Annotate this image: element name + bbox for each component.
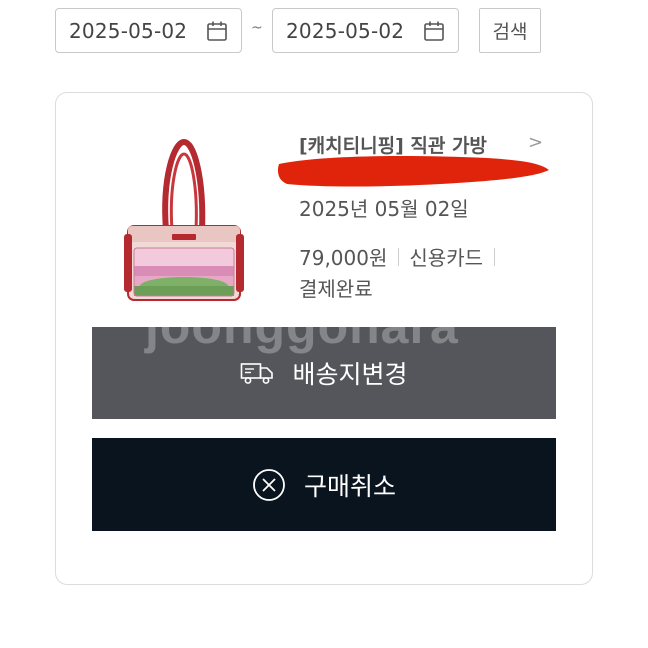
- order-status: 결제완료: [299, 277, 373, 301]
- redaction-mark: [277, 156, 549, 187]
- end-date-input[interactable]: 2025-05-02: [272, 8, 459, 53]
- cancel-purchase-label: 구매취소: [303, 471, 396, 501]
- date-range-separator: ~: [251, 20, 263, 36]
- order-date: 2025년 05월 02일: [299, 197, 469, 221]
- calendar-icon[interactable]: [206, 20, 228, 42]
- change-address-label: 배송지변경: [292, 360, 408, 389]
- end-date-value: 2025-05-02: [286, 18, 405, 43]
- change-address-button[interactable]: 배송지변경: [92, 327, 556, 419]
- divider: [494, 247, 495, 266]
- search-button[interactable]: 검색: [479, 8, 541, 53]
- product-image[interactable]: [122, 138, 244, 303]
- price: 79,000원: [299, 246, 388, 270]
- delivery-truck-icon: [240, 361, 274, 385]
- cancel-purchase-button[interactable]: 구매취소: [92, 438, 556, 531]
- start-date-value: 2025-05-02: [69, 18, 188, 43]
- circle-x-icon: [252, 468, 286, 502]
- start-date-input[interactable]: 2025-05-02: [55, 8, 242, 53]
- divider: [398, 247, 400, 266]
- payment-line: 79,000원 신용카드: [299, 242, 505, 271]
- calendar-icon[interactable]: [423, 20, 445, 42]
- payment-method: 신용카드: [409, 246, 483, 270]
